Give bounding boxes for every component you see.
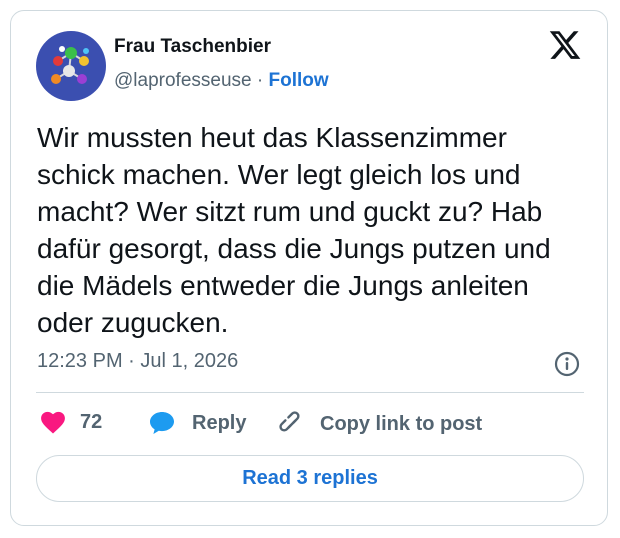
timestamp[interactable]: 12:23 PM · Jul 1, 2026 (37, 350, 238, 373)
like-button[interactable]: 72 (40, 410, 102, 434)
divider (36, 392, 584, 393)
separator: · (251, 70, 269, 91)
handle-row: @laprofesseuse · Follow (114, 70, 329, 92)
avatar[interactable] (36, 31, 106, 101)
copy-link-button[interactable]: Copy link to post (278, 410, 482, 438)
reply-button[interactable]: Reply (148, 410, 246, 436)
heart-icon (41, 411, 65, 434)
display-name[interactable]: Frau Taschenbier (114, 36, 271, 58)
read-replies-button[interactable]: Read 3 replies (36, 455, 584, 502)
reply-label: Reply (192, 411, 247, 434)
like-count: 72 (80, 410, 103, 433)
molecule-avatar-image (51, 46, 89, 84)
info-icon[interactable] (554, 351, 580, 377)
link-icon (279, 411, 300, 432)
speech-bubble-icon (150, 412, 174, 434)
tweet-text: Wir mussten heut das Klassenzimmer schic… (37, 122, 551, 338)
user-handle[interactable]: @laprofesseuse (114, 70, 252, 91)
x-logo-icon[interactable] (548, 28, 582, 62)
follow-button[interactable]: Follow (268, 70, 328, 91)
copy-link-label: Copy link to post (320, 412, 483, 435)
